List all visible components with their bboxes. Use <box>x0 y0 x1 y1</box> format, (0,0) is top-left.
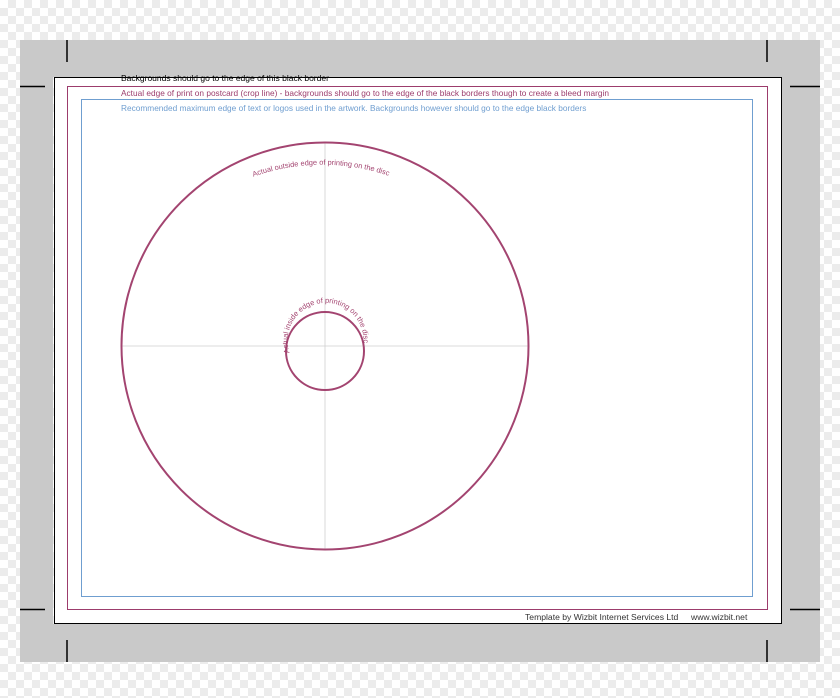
left-gray-band <box>20 40 53 662</box>
crop-line-label: Actual edge of print on postcard (crop l… <box>121 88 609 98</box>
postcard-template: Actual outside edge of printing on the d… <box>0 0 840 693</box>
right-gray-band <box>782 40 820 662</box>
postcard-area <box>54 77 782 623</box>
safe-area-label: Recommended maximum edge of text or logo… <box>121 103 587 113</box>
black-border-label: Backgrounds should go to the edge of thi… <box>121 73 329 83</box>
footer-credit: Template by Wizbit Internet Services Ltd <box>525 612 679 622</box>
bottom-gray-band <box>20 624 820 662</box>
footer-website: www.wizbit.net <box>691 612 748 622</box>
top-gray-band <box>20 40 820 77</box>
